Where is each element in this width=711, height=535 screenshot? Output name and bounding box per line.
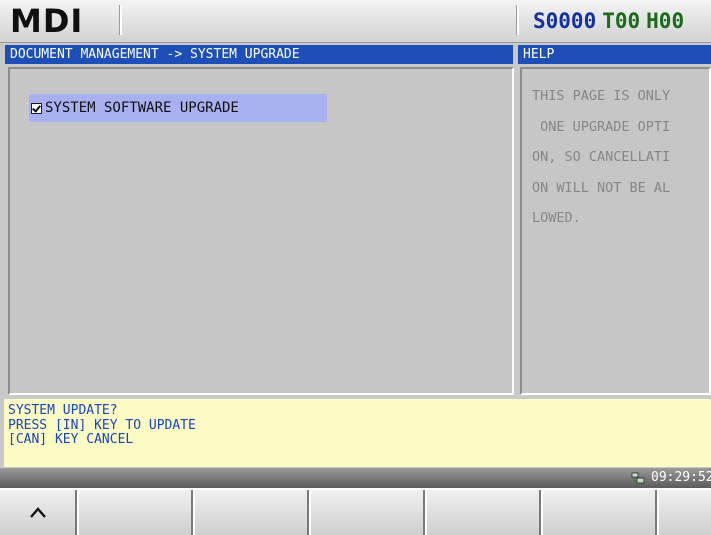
machine-status: S0000 T00 H00 (533, 8, 690, 34)
message-box: SYSTEM UPDATE? PRESS [IN] KEY TO UPDATE … (4, 399, 711, 467)
help-line: LOWED. (532, 210, 581, 226)
tool-number: T00 (602, 9, 641, 33)
clock: 09:29:52 (651, 470, 711, 485)
top-status-bar: MDI S0000 T00 H00 (0, 0, 711, 43)
help-line: THIS PAGE IS ONLY (532, 88, 671, 104)
help-panel-title: HELP (518, 45, 711, 64)
chevron-up-icon (29, 506, 46, 518)
spindle-speed: S0000 (533, 9, 597, 33)
softkey-5[interactable] (425, 490, 541, 535)
header-divider (119, 5, 122, 35)
message-line: [CAN] KEY CANCEL (8, 432, 134, 447)
softkey-6[interactable] (541, 490, 657, 535)
checkbox-checked[interactable] (31, 102, 42, 114)
main-panel: SYSTEM SOFTWARE UPGRADE (8, 67, 514, 395)
help-text: THIS PAGE IS ONLY ONE UPGRADE OPTI ON, S… (532, 81, 711, 234)
help-line: ONE UPGRADE OPTI (532, 118, 671, 135)
h-offset: H00 (646, 9, 685, 33)
message-line: PRESS [IN] KEY TO UPDATE (8, 417, 196, 433)
softkey-7[interactable] (657, 490, 711, 535)
softkey-bar (0, 488, 711, 535)
main-panel-title: DOCUMENT MANAGEMENT -> SYSTEM UPGRADE (5, 45, 513, 64)
network-icon (631, 472, 645, 484)
bottom-status-bar: 09:29:52 (0, 468, 711, 488)
message-line: SYSTEM UPDATE? (8, 403, 118, 418)
option-label: SYSTEM SOFTWARE UPGRADE (45, 100, 239, 116)
softkey-4[interactable] (309, 490, 425, 535)
header-divider (516, 5, 519, 35)
help-panel: THIS PAGE IS ONLY ONE UPGRADE OPTI ON, S… (520, 67, 711, 395)
softkey-2[interactable] (77, 490, 193, 535)
softkey-up[interactable] (0, 490, 77, 535)
mode-indicator: MDI (10, 2, 84, 40)
option-system-software-upgrade[interactable]: SYSTEM SOFTWARE UPGRADE (29, 94, 327, 122)
help-line: ON, SO CANCELLATI (532, 149, 671, 165)
help-line: ON WILL NOT BE AL (532, 179, 671, 196)
softkey-3[interactable] (193, 490, 309, 535)
